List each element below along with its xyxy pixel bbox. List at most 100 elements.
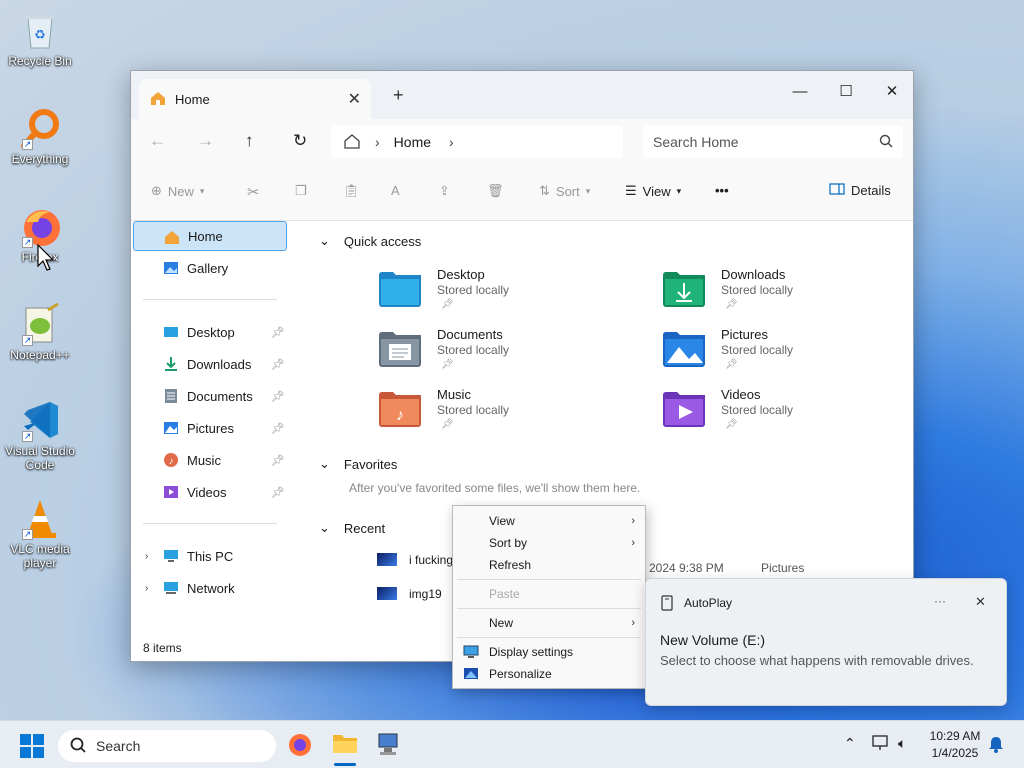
autoplay-notification[interactable]: AutoPlay ··· ✕ New Volume (E:) Select to… bbox=[645, 578, 1007, 706]
recent-file-location: Pictures bbox=[761, 561, 805, 575]
pin-icon[interactable]: 📌︎ bbox=[271, 358, 285, 371]
chevron-right-icon[interactable]: › bbox=[145, 583, 148, 594]
sidebar-item-documents[interactable]: Documents 📌︎ bbox=[133, 381, 287, 411]
sidebar-item-desktop[interactable]: Desktop 📌︎ bbox=[133, 317, 287, 347]
menu-item-display-settings[interactable]: Display settings bbox=[453, 641, 645, 663]
menu-item-label: Paste bbox=[489, 587, 520, 601]
forward-button[interactable]: → bbox=[197, 131, 214, 151]
sidebar-item-downloads[interactable]: Downloads 📌︎ bbox=[133, 349, 287, 379]
view-label: View bbox=[642, 183, 671, 199]
vlc-cone-icon: ↗ bbox=[18, 496, 62, 540]
quick-access-header[interactable]: ⌄ Quick access bbox=[319, 233, 421, 249]
shortcut-arrow-icon: ↗ bbox=[22, 529, 33, 540]
pin-icon: 📌︎ bbox=[725, 359, 738, 370]
address-bar: ← → ↑ ↻ › Home › Search Home bbox=[131, 119, 913, 165]
refresh-button[interactable]: ↻ bbox=[293, 131, 307, 151]
clock-date[interactable]: 1/4/2025 bbox=[920, 746, 990, 760]
chevron-right-icon[interactable]: › bbox=[449, 134, 454, 150]
magnifier-icon: ↗ bbox=[18, 106, 62, 150]
taskbar-firefox-icon[interactable] bbox=[288, 733, 312, 760]
new-button[interactable]: ⊕ New ▾ bbox=[151, 183, 204, 199]
pin-icon[interactable]: 📌︎ bbox=[271, 486, 285, 499]
sidebar-item-network[interactable]: › Network bbox=[133, 573, 287, 603]
chevron-down-icon: ▾ bbox=[199, 185, 205, 196]
sidebar-item-this-pc[interactable]: › This PC bbox=[133, 541, 287, 571]
taskbar-network-app-icon[interactable] bbox=[376, 731, 402, 760]
toast-close-button[interactable]: ✕ bbox=[975, 594, 986, 610]
desktop-icon-vscode[interactable]: ↗ Visual Studio Code bbox=[4, 398, 76, 472]
new-tab-button[interactable]: + bbox=[393, 85, 404, 106]
rename-icon[interactable]: A bbox=[391, 183, 400, 198]
folder-tile-videos[interactable]: Videos Stored locally 📌︎ bbox=[663, 387, 923, 439]
chevron-down-icon: ⌄ bbox=[319, 233, 330, 248]
image-thumbnail-icon bbox=[377, 587, 397, 600]
breadcrumb-home[interactable]: Home bbox=[394, 134, 431, 150]
sidebar-item-videos[interactable]: Videos 📌︎ bbox=[133, 477, 287, 507]
cut-icon[interactable]: ✂ bbox=[247, 183, 260, 201]
menu-item-new[interactable]: New › bbox=[453, 612, 645, 634]
menu-item-sort-by[interactable]: Sort by › bbox=[453, 532, 645, 554]
back-button[interactable]: ← bbox=[149, 131, 166, 151]
view-button[interactable]: ☰ View ▾ bbox=[625, 183, 681, 199]
taskbar-file-explorer-icon[interactable] bbox=[332, 731, 358, 758]
folder-tile-music[interactable]: ♪ Music Stored locally 📌︎ bbox=[379, 387, 639, 439]
volume-icon[interactable]: 🔈︎ bbox=[898, 735, 906, 752]
copy-icon[interactable]: ❐ bbox=[295, 183, 307, 199]
sidebar-item-home[interactable]: Home bbox=[133, 221, 287, 251]
share-icon[interactable]: ⇪ bbox=[439, 183, 450, 199]
more-options-button[interactable]: ••• bbox=[715, 183, 729, 198]
desktop-icon-recycle-bin[interactable]: ♻ Recycle Bin bbox=[4, 8, 76, 68]
folder-tile-documents[interactable]: Documents Stored locally 📌︎ bbox=[379, 327, 639, 379]
delete-icon[interactable]: 🗑︎ bbox=[487, 183, 504, 199]
recent-header[interactable]: ⌄ Recent bbox=[319, 520, 385, 536]
details-button[interactable]: Details bbox=[829, 183, 891, 198]
desktop-icon-notepadpp[interactable]: ↗ Notepad++ bbox=[4, 302, 76, 362]
folder-tile-downloads[interactable]: Downloads Stored locally 📌︎ bbox=[663, 267, 923, 319]
folder-status: Stored locally bbox=[721, 403, 794, 417]
new-label: New bbox=[167, 183, 194, 199]
sidebar-item-gallery[interactable]: Gallery bbox=[133, 253, 287, 283]
pin-icon[interactable]: 📌︎ bbox=[271, 454, 285, 467]
search-input[interactable]: Search Home bbox=[653, 134, 879, 150]
maximize-button[interactable]: ☐ bbox=[823, 77, 869, 105]
sort-icon: ⇅ bbox=[539, 183, 550, 198]
chevron-up-icon[interactable]: ⌃ bbox=[844, 735, 856, 752]
chevron-right-icon[interactable]: › bbox=[145, 551, 148, 562]
music-folder-icon: ♪ bbox=[379, 392, 421, 427]
paste-icon[interactable]: 📋︎ bbox=[343, 183, 360, 199]
taskbar-search-input[interactable]: Search bbox=[96, 738, 140, 754]
folder-tile-pictures[interactable]: Pictures Stored locally 📌︎ bbox=[663, 327, 923, 379]
favorites-header[interactable]: ⌄ Favorites bbox=[319, 456, 397, 472]
tab-home[interactable]: Home ✕ bbox=[139, 79, 371, 119]
sort-button[interactable]: ⇅ Sort ▾ bbox=[539, 183, 590, 199]
menu-item-refresh[interactable]: Refresh bbox=[453, 554, 645, 576]
folder-status: Stored locally bbox=[437, 403, 510, 417]
clock-time[interactable]: 10:29 AM bbox=[920, 729, 990, 743]
section-title: Recent bbox=[343, 520, 386, 536]
menu-item-view[interactable]: View › bbox=[453, 510, 645, 532]
pin-icon[interactable]: 📌︎ bbox=[271, 422, 285, 435]
desktop-icon-vlc[interactable]: ↗ VLC media player bbox=[4, 496, 76, 570]
start-button[interactable] bbox=[20, 734, 44, 761]
menu-item-label: New bbox=[489, 616, 514, 630]
folder-name: Pictures bbox=[721, 327, 768, 342]
notification-bell-icon[interactable] bbox=[988, 735, 1004, 756]
menu-separator bbox=[457, 579, 641, 580]
sidebar-item-pictures[interactable]: Pictures 📌︎ bbox=[133, 413, 287, 443]
search-box[interactable]: Search Home bbox=[643, 126, 903, 158]
minimize-button[interactable]: — bbox=[777, 77, 823, 105]
tab-close-button[interactable]: ✕ bbox=[348, 89, 361, 109]
up-button[interactable]: ↑ bbox=[245, 131, 254, 151]
menu-item-personalize[interactable]: Personalize bbox=[453, 663, 645, 685]
desktop-icon-everything[interactable]: ↗ Everything bbox=[4, 106, 76, 166]
breadcrumb[interactable]: › Home › bbox=[331, 126, 623, 158]
toast-more-button[interactable]: ··· bbox=[934, 594, 946, 608]
folder-tile-desktop[interactable]: Desktop Stored locally 📌︎ bbox=[379, 267, 639, 319]
menu-item-paste[interactable]: Paste bbox=[453, 583, 645, 605]
close-window-button[interactable]: ✕ bbox=[869, 77, 915, 105]
network-status-icon[interactable] bbox=[872, 735, 890, 754]
sidebar-item-music[interactable]: ♪ Music 📌︎ bbox=[133, 445, 287, 475]
pin-icon[interactable]: 📌︎ bbox=[271, 390, 285, 403]
taskbar-search-box[interactable]: Search bbox=[58, 730, 276, 762]
pin-icon[interactable]: 📌︎ bbox=[271, 326, 285, 339]
